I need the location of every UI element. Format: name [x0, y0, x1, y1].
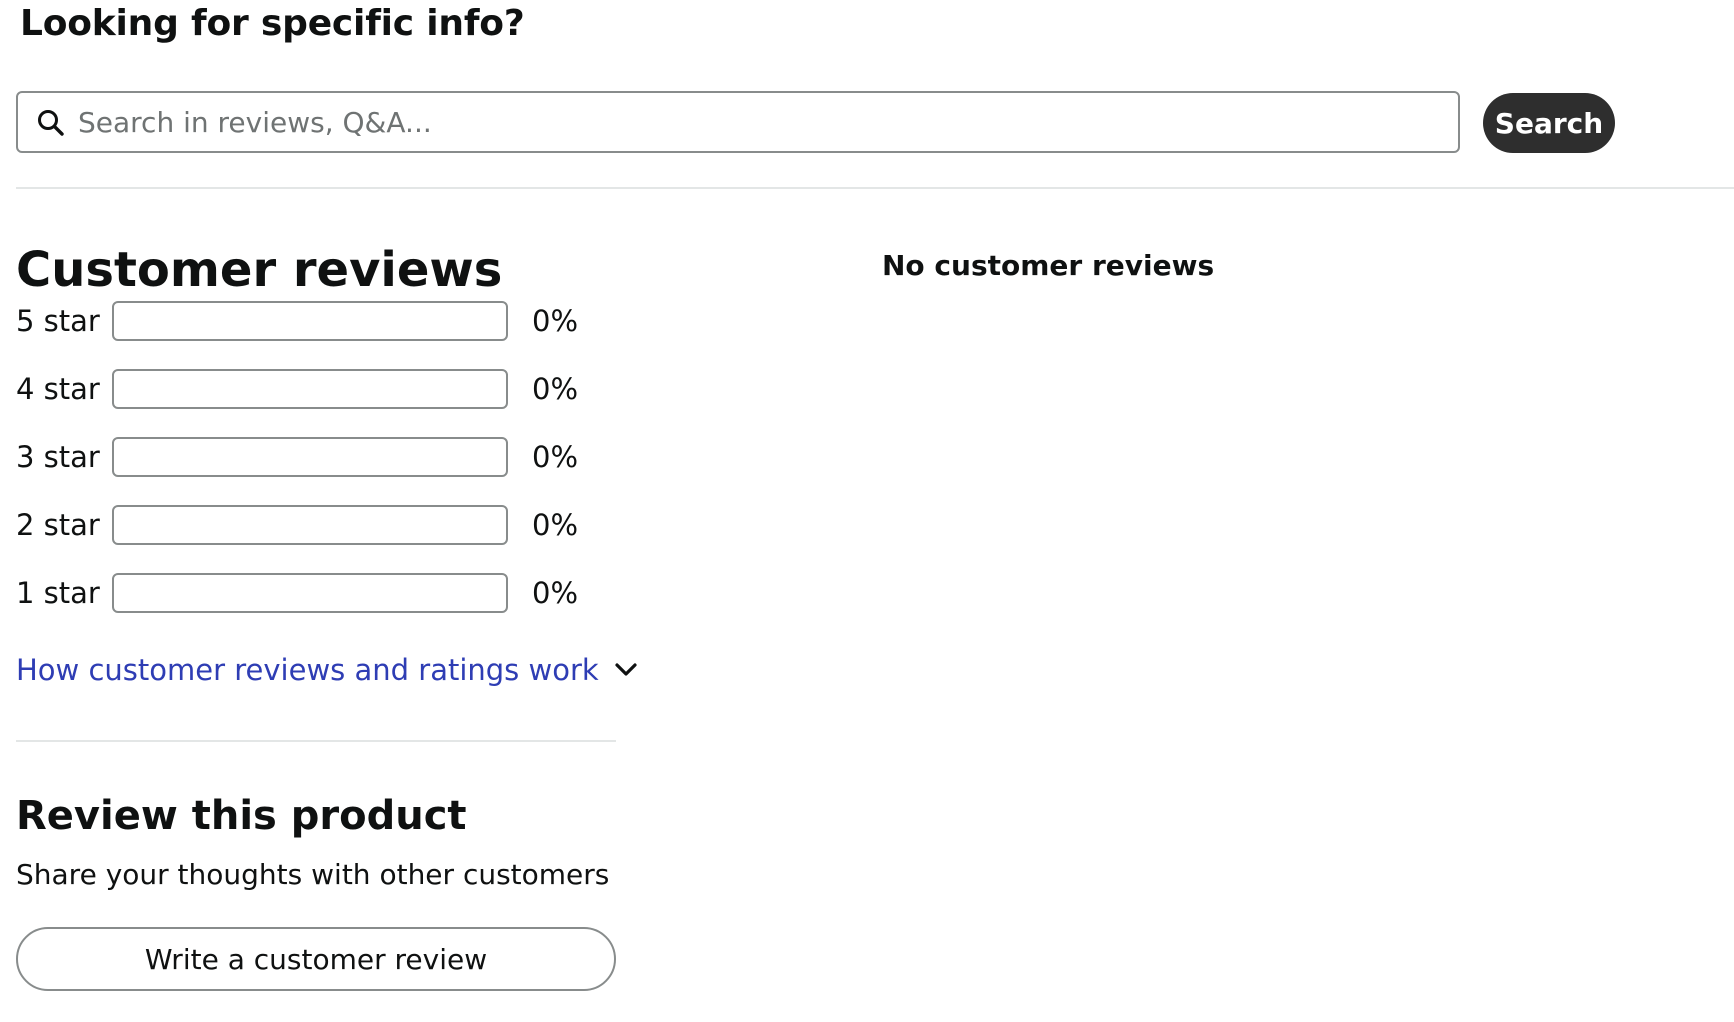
rating-bar[interactable] — [112, 437, 508, 477]
how-reviews-work-label[interactable]: How customer reviews and ratings work — [16, 650, 599, 690]
search-box[interactable] — [16, 91, 1460, 153]
review-product-title: Review this product — [16, 793, 467, 839]
search-input[interactable] — [78, 97, 1438, 147]
divider — [16, 740, 616, 742]
rating-percent: 0% — [532, 304, 579, 338]
rating-percent: 0% — [532, 372, 579, 406]
star-label[interactable]: 2 star — [16, 504, 100, 546]
star-label[interactable]: 5 star — [16, 300, 100, 342]
divider — [16, 187, 1734, 189]
rating-bar[interactable] — [112, 301, 508, 341]
rating-percent: 0% — [532, 440, 579, 474]
how-reviews-work-link[interactable]: How customer reviews and ratings work — [16, 650, 641, 690]
customer-reviews-title: Customer reviews — [16, 242, 503, 298]
star-label[interactable]: 3 star — [16, 436, 100, 478]
review-product-subtitle: Share your thoughts with other customers — [16, 858, 610, 891]
star-label[interactable]: 1 star — [16, 572, 100, 614]
search-button[interactable]: Search — [1483, 93, 1615, 153]
rating-bar[interactable] — [112, 573, 508, 613]
rating-row-3-star[interactable]: 3 star 0% — [16, 436, 596, 478]
search-heading: Looking for specific info? — [20, 3, 525, 44]
rating-row-5-star[interactable]: 5 star 0% — [16, 300, 596, 342]
rating-percent: 0% — [532, 576, 579, 610]
chevron-down-icon[interactable] — [611, 655, 641, 685]
rating-row-2-star[interactable]: 2 star 0% — [16, 504, 596, 546]
rating-row-4-star[interactable]: 4 star 0% — [16, 368, 596, 410]
search-icon — [38, 110, 64, 136]
rating-row-1-star[interactable]: 1 star 0% — [16, 572, 596, 614]
no-reviews-message: No customer reviews — [882, 249, 1215, 282]
rating-percent: 0% — [532, 508, 579, 542]
write-review-button[interactable]: Write a customer review — [16, 927, 616, 991]
rating-bar[interactable] — [112, 505, 508, 545]
star-label[interactable]: 4 star — [16, 368, 100, 410]
rating-bar[interactable] — [112, 369, 508, 409]
